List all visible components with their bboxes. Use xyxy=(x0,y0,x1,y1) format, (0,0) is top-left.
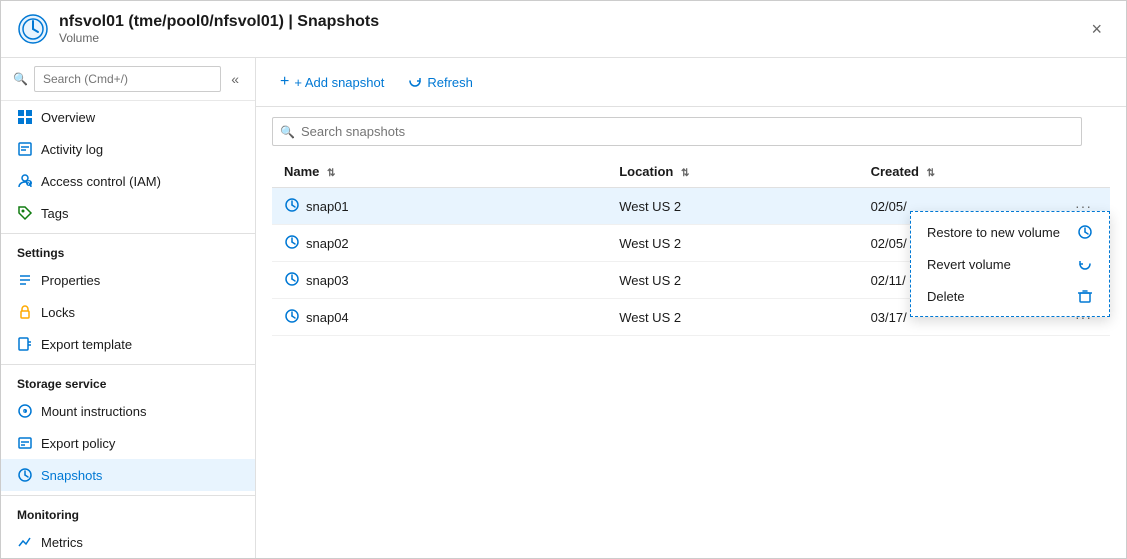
sidebar-item-overview[interactable]: Overview xyxy=(1,101,255,133)
content-search-icon: 🔍 xyxy=(280,125,295,139)
sidebar: 🔍 « Overview Activity log ? xyxy=(1,58,256,558)
name-sort-icon[interactable]: ⇅ xyxy=(327,168,335,179)
search-wrapper: 🔍 xyxy=(272,117,1110,146)
delete-icon xyxy=(1077,288,1093,304)
app-icon xyxy=(17,13,49,45)
sidebar-item-overview-label: Overview xyxy=(41,110,95,125)
sidebar-item-locks-label: Locks xyxy=(41,305,75,320)
row-location-cell: West US 2 xyxy=(607,299,858,336)
properties-icon xyxy=(17,272,33,288)
snapshot-row-icon xyxy=(284,234,300,253)
sidebar-item-iam-label: Access control (IAM) xyxy=(41,174,161,189)
locks-icon xyxy=(17,304,33,320)
context-menu-restore[interactable]: Restore to new volume xyxy=(911,216,1109,248)
context-menu-revert[interactable]: Revert volume xyxy=(911,248,1109,280)
sidebar-item-tags-label: Tags xyxy=(41,206,68,221)
add-snapshot-icon: + xyxy=(280,73,289,91)
table-container: Name ⇅ Location ⇅ Created ⇅ xyxy=(256,156,1126,558)
sidebar-item-properties-label: Properties xyxy=(41,273,100,288)
context-menu: Restore to new volume Revert volume Dele… xyxy=(910,211,1110,317)
window-subtitle: Volume xyxy=(59,31,1083,45)
mount-icon: i xyxy=(17,403,33,419)
snapshot-row-icon xyxy=(284,271,300,290)
row-name-cell: snap04 xyxy=(272,299,607,336)
storage-section-label: Storage service xyxy=(1,364,255,395)
sidebar-search-input[interactable] xyxy=(34,66,221,92)
sidebar-item-activity-log[interactable]: Activity log xyxy=(1,133,255,165)
sidebar-item-iam[interactable]: ? Access control (IAM) xyxy=(1,165,255,197)
svg-text:?: ? xyxy=(27,181,30,187)
content-search: 🔍 xyxy=(256,107,1126,156)
tags-icon xyxy=(17,205,33,221)
sidebar-item-locks[interactable]: Locks xyxy=(1,296,255,328)
sidebar-item-snapshots[interactable]: Snapshots xyxy=(1,459,255,491)
title-bar: nfsvol01 (tme/pool0/nfsvol01) | Snapshot… xyxy=(1,1,1126,58)
created-sort-icon[interactable]: ⇅ xyxy=(927,168,935,179)
row-location-cell: West US 2 xyxy=(607,225,858,262)
add-snapshot-button[interactable]: + + Add snapshot xyxy=(272,68,392,96)
sidebar-item-export-template-label: Export template xyxy=(41,337,132,352)
row-name-cell: snap02 xyxy=(272,225,607,262)
close-button[interactable]: × xyxy=(1083,15,1110,44)
row-name-cell: snap03 xyxy=(272,262,607,299)
column-name[interactable]: Name ⇅ xyxy=(272,156,607,188)
sidebar-item-export-policy[interactable]: Export policy xyxy=(1,427,255,459)
sidebar-search-box: 🔍 « xyxy=(1,58,255,101)
sidebar-item-metrics[interactable]: Metrics xyxy=(1,526,255,558)
metrics-icon xyxy=(17,534,33,550)
svg-text:i: i xyxy=(24,409,25,414)
main-layout: 🔍 « Overview Activity log ? xyxy=(1,58,1126,558)
snapshots-search-input[interactable] xyxy=(272,117,1082,146)
sidebar-item-mount-label: Mount instructions xyxy=(41,404,147,419)
refresh-icon xyxy=(408,74,422,91)
monitoring-section-label: Monitoring xyxy=(1,495,255,526)
refresh-label: Refresh xyxy=(427,75,473,90)
column-created[interactable]: Created ⇅ xyxy=(859,156,1027,188)
delete-label: Delete xyxy=(927,289,965,304)
export-template-icon xyxy=(17,336,33,352)
sidebar-item-snapshots-label: Snapshots xyxy=(41,468,102,483)
export-policy-icon xyxy=(17,435,33,451)
sidebar-item-metrics-label: Metrics xyxy=(41,535,83,550)
sidebar-item-mount-instructions[interactable]: i Mount instructions xyxy=(1,395,255,427)
row-location-cell: West US 2 xyxy=(607,188,858,225)
sidebar-item-properties[interactable]: Properties xyxy=(1,264,255,296)
main-window: nfsvol01 (tme/pool0/nfsvol01) | Snapshot… xyxy=(0,0,1127,559)
restore-label: Restore to new volume xyxy=(927,225,1060,240)
iam-icon: ? xyxy=(17,173,33,189)
overview-icon xyxy=(17,109,33,125)
refresh-button[interactable]: Refresh xyxy=(400,69,481,96)
sidebar-item-export-template[interactable]: Export template xyxy=(1,328,255,360)
revert-icon xyxy=(1077,256,1093,272)
context-menu-delete[interactable]: Delete xyxy=(911,280,1109,312)
row-location-cell: West US 2 xyxy=(607,262,858,299)
sidebar-item-activity-log-label: Activity log xyxy=(41,142,103,157)
revert-label: Revert volume xyxy=(927,257,1011,272)
snapshot-row-icon xyxy=(284,308,300,327)
snapshot-row-icon xyxy=(284,197,300,216)
sidebar-item-tags[interactable]: Tags xyxy=(1,197,255,229)
sidebar-search-icon: 🔍 xyxy=(13,72,28,86)
window-title: nfsvol01 (tme/pool0/nfsvol01) | Snapshot… xyxy=(59,13,1083,31)
sidebar-item-export-policy-label: Export policy xyxy=(41,436,115,451)
column-location[interactable]: Location ⇅ xyxy=(607,156,858,188)
title-text: nfsvol01 (tme/pool0/nfsvol01) | Snapshot… xyxy=(59,13,1083,45)
snapshots-icon xyxy=(17,467,33,483)
location-sort-icon[interactable]: ⇅ xyxy=(681,168,689,179)
row-name-cell: snap01 xyxy=(272,188,607,225)
content-area: + + Add snapshot Refresh 🔍 xyxy=(256,58,1126,558)
collapse-button[interactable]: « xyxy=(227,69,243,89)
add-snapshot-label: + Add snapshot xyxy=(294,75,384,90)
toolbar: + + Add snapshot Refresh xyxy=(256,58,1126,107)
restore-icon xyxy=(1077,224,1093,240)
activity-icon xyxy=(17,141,33,157)
settings-section-label: Settings xyxy=(1,233,255,264)
